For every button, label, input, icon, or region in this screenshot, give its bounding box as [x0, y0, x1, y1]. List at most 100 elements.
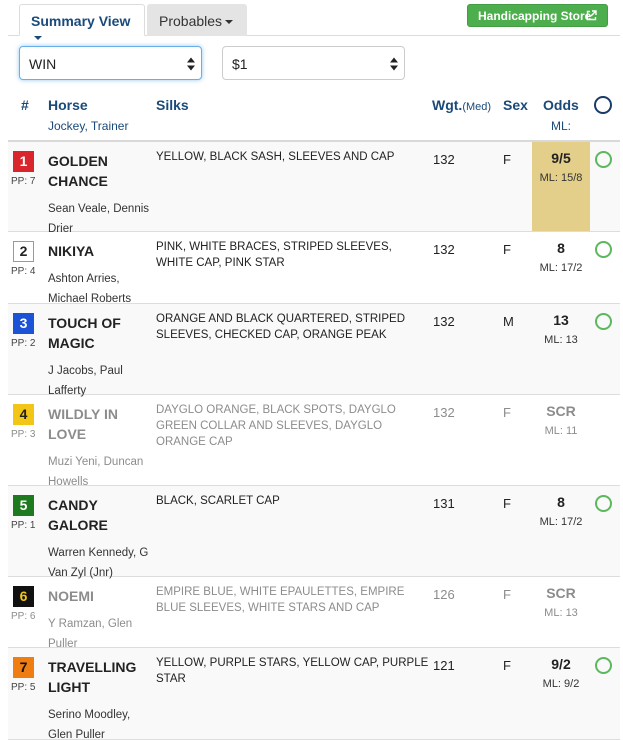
silks-description: PINK, WHITE BRACES, STRIPED SLEEVES, WHI… — [156, 241, 392, 269]
handicapping-store-button[interactable]: Handicapping Store — [467, 4, 608, 27]
header-odds[interactable]: Odds — [543, 97, 579, 113]
runner-row[interactable]: 7 PP: 5 TRAVELLING LIGHT Serino Moodley, Gl… — [8, 648, 620, 740]
post-position: PP: 5 — [11, 682, 36, 693]
weight: 132 — [433, 405, 455, 420]
select-runner-toggle[interactable] — [595, 151, 612, 168]
post-position: PP: 3 — [11, 429, 36, 440]
runner-row[interactable]: 6 PP: 6 NOEMI Y Ramzan, Glen Puller EMPIRE B… — [8, 577, 620, 650]
sex: F — [503, 587, 511, 602]
odds-value: 9/2 — [551, 656, 571, 672]
program-number-badge: 3 — [13, 313, 34, 334]
header-silks: Silks — [156, 97, 189, 113]
weight: 121 — [433, 658, 455, 673]
odds-cell: 8 ML: 17/2 — [532, 232, 590, 303]
select-runner-toggle[interactable] — [595, 313, 612, 330]
program-number-badge: 2 — [13, 241, 34, 262]
post-position: PP: 6 — [11, 611, 36, 622]
select-arrows-icon — [187, 57, 195, 71]
odds-cell: 9/2 ML: 9/2 — [532, 648, 590, 739]
horse-name[interactable]: NOEMI — [48, 586, 148, 606]
odds-value: SCR — [546, 585, 576, 601]
weight: 132 — [433, 152, 455, 167]
select-runner-toggle[interactable] — [595, 241, 612, 258]
horse-name[interactable]: NIKIYA — [48, 241, 148, 261]
program-number-badge: 5 — [13, 495, 34, 516]
select-runner-toggle[interactable] — [595, 495, 612, 512]
weight: 126 — [433, 587, 455, 602]
program-number-badge: 1 — [13, 151, 34, 172]
external-link-icon — [586, 10, 597, 21]
horse-name[interactable]: WILDLY IN LOVE — [48, 404, 148, 444]
select-all-toggle[interactable] — [594, 96, 612, 114]
runner-row[interactable]: 5 PP: 1 CANDY GALORE Warren Kennedy, G Van … — [8, 486, 620, 579]
silks-description: DAYGLO ORANGE, BLACK SPOTS, DAYGLO GREEN… — [156, 404, 396, 448]
horse-name[interactable]: TOUCH OF MAGIC — [48, 313, 148, 353]
morning-line: ML: 11 — [544, 425, 578, 437]
jockey-trainer: Ashton Arries, Michael Roberts — [48, 273, 132, 305]
header-sex: Sex — [503, 97, 528, 113]
odds-cell: SCR ML: 13 — [532, 577, 590, 647]
runner-row[interactable]: 2 PP: 4 NIKIYA Ashton Arries, Michael Rober… — [8, 232, 620, 305]
header-weight-label: Wgt. — [432, 97, 463, 113]
sex: F — [503, 242, 511, 257]
program-number-badge: 4 — [13, 404, 34, 425]
odds-cell: 8 ML: 17/2 — [532, 486, 590, 576]
odds-cell: 9/5 ML: 15/8 — [532, 142, 590, 231]
runner-row[interactable]: 1 PP: 7 GOLDEN CHANCE Sean Veale, Dennis Dr… — [8, 142, 620, 235]
odds-cell: 13 ML: 13 — [532, 304, 590, 394]
header-number: # — [21, 97, 29, 113]
odds-value: 8 — [557, 494, 565, 510]
morning-line: ML: 17/2 — [539, 516, 583, 528]
sex: F — [503, 152, 511, 167]
weight: 132 — [433, 314, 455, 329]
program-number-badge: 6 — [13, 586, 34, 607]
header-morning-line: ML: — [551, 119, 572, 133]
tab-summary-view[interactable]: Summary View — [19, 4, 145, 41]
silks-description: ORANGE AND BLACK QUARTERED, STRIPED SLEE… — [156, 313, 406, 341]
odds-value: 9/5 — [551, 150, 571, 166]
runner-row[interactable]: 4 PP: 3 WILDLY IN LOVE Muzi Yeni, Duncan Ho… — [8, 395, 620, 488]
horse-name[interactable]: GOLDEN CHANCE — [48, 151, 148, 191]
morning-line: ML: 13 — [544, 607, 578, 619]
horse-name[interactable]: TRAVELLING LIGHT — [48, 657, 148, 697]
runner-row[interactable]: 3 PP: 2 TOUCH OF MAGIC J Jacobs, Paul Laffe… — [8, 304, 620, 397]
header-jockey-trainer: Jockey, Trainer — [48, 119, 129, 133]
odds-cell: SCR ML: 11 — [532, 395, 590, 485]
bet-type-select[interactable]: WIN — [19, 46, 202, 80]
select-runner-toggle[interactable] — [595, 657, 612, 674]
jockey-trainer: Serino Moodley, Glen Puller — [48, 709, 131, 740]
sex: M — [503, 314, 514, 329]
caret-down-icon — [34, 36, 42, 41]
morning-line: ML: 13 — [544, 334, 578, 346]
morning-line: ML: 9/2 — [542, 678, 580, 690]
post-position: PP: 1 — [11, 520, 36, 531]
silks-description: YELLOW, PURPLE STARS, YELLOW CAP, PURPLE… — [156, 657, 429, 685]
bet-type-value: WIN — [29, 56, 57, 72]
post-position: PP: 7 — [11, 176, 36, 187]
horse-name[interactable]: CANDY GALORE — [48, 495, 148, 535]
tab-probables[interactable]: Probables — [147, 4, 247, 36]
odds-value: 13 — [553, 312, 569, 328]
program-number-badge: 7 — [13, 657, 34, 678]
morning-line: ML: 15/8 — [539, 172, 583, 184]
odds-value: 8 — [557, 240, 565, 256]
silks-description: YELLOW, BLACK SASH, SLEEVES AND CAP — [156, 151, 395, 163]
header-horse[interactable]: Horse — [48, 97, 88, 113]
bet-amount-select[interactable]: $1 — [222, 46, 405, 80]
weight: 132 — [433, 242, 455, 257]
tab-summary-view-label: Summary View — [31, 13, 131, 29]
weight: 131 — [433, 496, 455, 511]
sex: F — [503, 658, 511, 673]
header-weight: Wgt.(Med) — [432, 97, 491, 113]
morning-line: ML: 17/2 — [539, 262, 583, 274]
tab-probables-label: Probables — [159, 13, 223, 29]
sex: F — [503, 405, 511, 420]
post-position: PP: 4 — [11, 266, 36, 277]
select-arrows-icon — [390, 57, 398, 71]
handicapping-store-label: Handicapping Store — [478, 9, 592, 23]
silks-description: EMPIRE BLUE, WHITE EPAULETTES, EMPIRE BL… — [156, 586, 405, 614]
silks-description: BLACK, SCARLET CAP — [156, 495, 280, 507]
header-med: (Med) — [462, 101, 492, 113]
post-position: PP: 2 — [11, 338, 36, 349]
bet-amount-value: $1 — [232, 56, 248, 72]
